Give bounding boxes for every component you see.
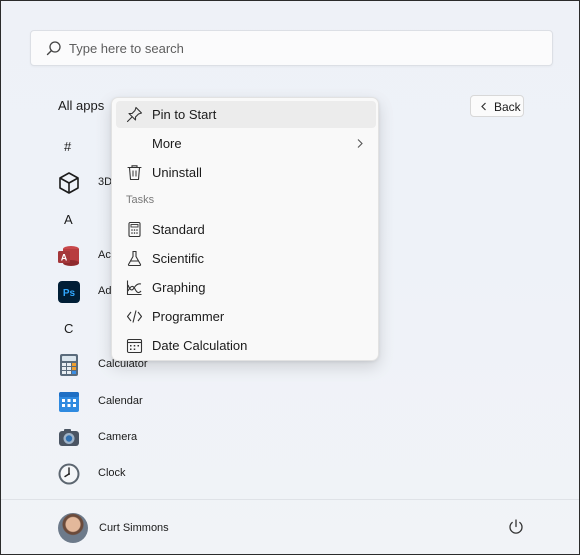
tasks-section-header: Tasks xyxy=(126,194,155,206)
search-placeholder: Type here to search xyxy=(69,41,184,56)
search-box[interactable]: Type here to search xyxy=(30,30,553,66)
trash-icon xyxy=(127,165,142,181)
camera-icon xyxy=(59,429,79,446)
app-label: 3D xyxy=(98,176,113,188)
back-button-label: Back xyxy=(494,100,521,114)
menu-item-label: Programmer xyxy=(152,309,225,324)
group-header-a[interactable]: A xyxy=(64,212,73,227)
code-icon xyxy=(126,310,143,323)
app-label: Ad xyxy=(98,285,112,297)
context-menu: Pin to Start More Uninstall Tasks Standa… xyxy=(111,97,379,361)
menu-item-label: More xyxy=(152,136,182,151)
svg-text:Ps: Ps xyxy=(63,288,76,299)
svg-text:A: A xyxy=(61,253,68,263)
menu-item-pin-to-start[interactable]: Pin to Start xyxy=(116,101,376,128)
power-icon[interactable] xyxy=(507,518,525,536)
calculator-icon xyxy=(128,221,141,238)
app-label: Calendar xyxy=(98,395,143,407)
access-icon: A xyxy=(58,246,79,266)
user-name: Curt Simmons xyxy=(99,522,169,534)
menu-item-label: Standard xyxy=(152,222,205,237)
menu-item-standard[interactable]: Standard xyxy=(116,216,376,243)
calendar-icon xyxy=(59,392,79,412)
chevron-right-icon xyxy=(357,139,363,148)
app-label: Clock xyxy=(98,467,126,479)
all-apps-title: All apps xyxy=(58,98,105,113)
start-menu: Type here to search All apps Back # A C … xyxy=(0,0,580,555)
search-icon xyxy=(46,41,61,56)
flask-icon xyxy=(127,250,142,267)
group-header-hash[interactable]: # xyxy=(64,139,71,154)
group-header-c[interactable]: C xyxy=(64,321,73,336)
app-label: Camera xyxy=(98,431,138,443)
pin-icon xyxy=(126,106,143,123)
app-label: Ac xyxy=(98,249,111,261)
clock-icon xyxy=(58,463,80,485)
menu-item-more[interactable]: More xyxy=(116,130,376,157)
calculator-icon xyxy=(60,354,78,376)
menu-item-programmer[interactable]: Programmer xyxy=(116,303,376,330)
menu-item-label: Graphing xyxy=(152,280,206,295)
footer-divider xyxy=(1,499,579,500)
menu-item-date-calculation[interactable]: Date Calculation xyxy=(116,332,376,359)
chevron-left-icon xyxy=(481,102,486,111)
calendar-icon xyxy=(126,338,143,354)
menu-item-uninstall[interactable]: Uninstall xyxy=(116,159,376,186)
menu-item-label: Scientific xyxy=(152,251,205,266)
menu-item-label: Uninstall xyxy=(152,165,202,180)
back-button[interactable]: Back xyxy=(470,95,524,117)
menu-item-label: Date Calculation xyxy=(152,338,248,353)
photoshop-icon: Ps xyxy=(58,281,80,303)
menu-item-graphing[interactable]: Graphing xyxy=(116,274,376,301)
cube-icon xyxy=(59,172,79,194)
menu-item-scientific[interactable]: Scientific xyxy=(116,245,376,272)
avatar xyxy=(58,513,88,543)
graph-icon xyxy=(126,280,142,296)
menu-item-label: Pin to Start xyxy=(152,107,217,122)
